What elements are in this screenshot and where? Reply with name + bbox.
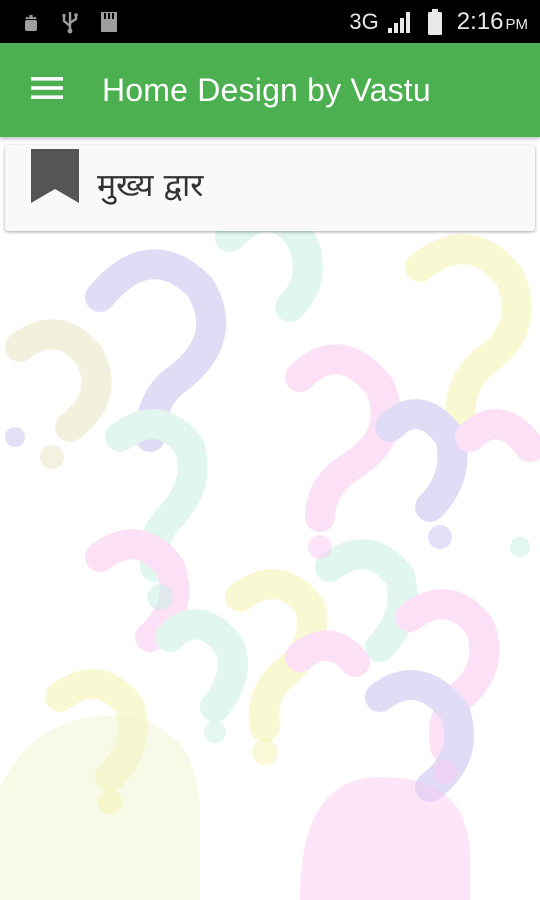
question-marks-background — [0, 202, 540, 900]
list-item[interactable]: मुख्य द्वार — [5, 145, 535, 231]
status-bar: 3G 2:16 PM — [0, 0, 540, 43]
clock-time: 2:16 — [456, 7, 504, 35]
network-type: 3G — [349, 8, 379, 34]
status-bar-system: 3G 2:16 PM — [349, 8, 528, 36]
menu-button[interactable] — [0, 43, 96, 137]
content-area[interactable]: मुख्य द्वार — [0, 137, 540, 900]
hamburger-menu-icon — [30, 76, 64, 104]
sd-card-icon — [100, 11, 118, 33]
app-bar: Home Design by Vastu — [0, 43, 540, 137]
list-item-label: मुख्य द्वार — [97, 166, 204, 204]
bookmark-icon — [31, 149, 79, 209]
clock: 2:16 PM — [457, 8, 528, 36]
android-debug-icon — [22, 11, 40, 33]
app-title: Home Design by Vastu — [102, 71, 431, 108]
signal-icon — [387, 10, 413, 34]
status-bar-notifications — [22, 10, 118, 34]
battery-icon — [427, 8, 443, 36]
clock-ampm: PM — [505, 15, 529, 33]
usb-icon — [62, 10, 78, 34]
